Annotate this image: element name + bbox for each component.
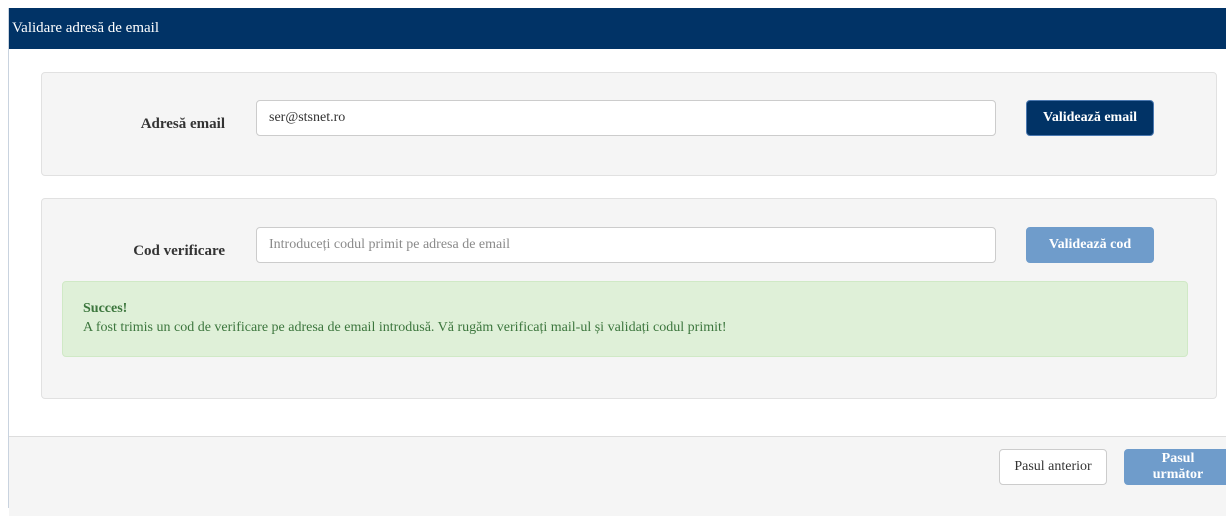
alert-message: A fost trimis un cod de verificare pe ad… <box>83 320 727 335</box>
alert-title: Succes! <box>83 301 128 316</box>
validate-code-button[interactable]: Validează cod <box>1026 227 1154 263</box>
success-alert: Succes! A fost trimis un cod de verifica… <box>62 281 1188 357</box>
email-validation-panel: Validare adresă de email Adresă email Va… <box>8 8 1226 516</box>
panel-title: Validare adresă de email <box>12 20 160 36</box>
verification-code-input[interactable] <box>256 227 996 263</box>
email-input[interactable] <box>256 100 996 136</box>
email-section: Adresă email Validează email <box>41 72 1217 176</box>
next-step-button[interactable]: Pasul următor <box>1124 449 1226 485</box>
verification-code-section: Cod verificare Validează cod Succes! A f… <box>41 198 1217 399</box>
panel-header: Validare adresă de email <box>9 8 1226 49</box>
panel-footer: Pasul anterior Pasul următor <box>9 436 1226 516</box>
validate-email-button[interactable]: Validează email <box>1026 100 1154 136</box>
email-label: Adresă email <box>140 116 225 132</box>
previous-step-button[interactable]: Pasul anterior <box>999 449 1107 485</box>
code-label: Cod verificare <box>133 243 225 259</box>
